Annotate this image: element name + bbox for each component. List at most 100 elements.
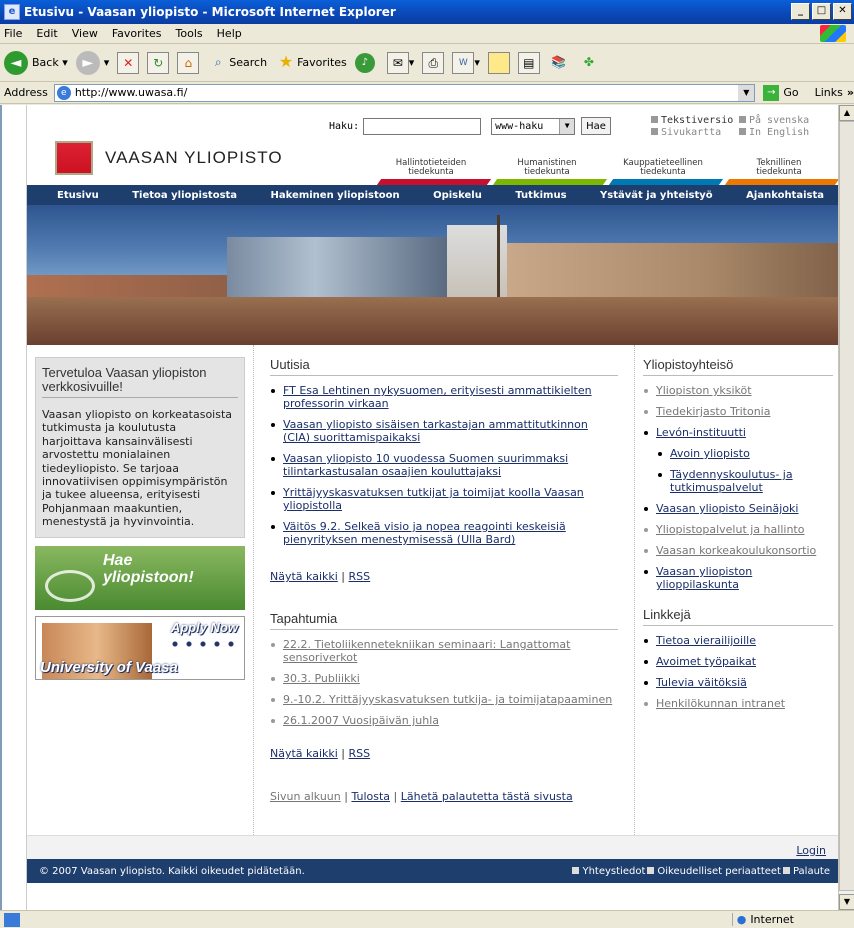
page-status-icon xyxy=(4,912,20,927)
list-link[interactable]: Henkilökunnan intranet xyxy=(656,697,785,710)
menu-tools[interactable]: Tools xyxy=(176,27,203,40)
news-show-all-link[interactable]: Näytä kaikki xyxy=(270,570,338,583)
refresh-button[interactable]: ↻ xyxy=(147,51,170,74)
top-link[interactable]: Tekstiversio xyxy=(651,115,739,126)
scroll-up-icon[interactable]: ▲ xyxy=(839,105,854,121)
list-link[interactable]: Tulevia väitöksiä xyxy=(656,676,747,689)
window-titlebar: e Etusivu - Vaasan yliopisto - Microsoft… xyxy=(0,0,854,24)
search-label: Search xyxy=(229,56,268,69)
search-scope-select[interactable]: www-haku ▼ xyxy=(491,117,576,135)
top-link[interactable]: In English xyxy=(739,127,827,138)
faculty-link[interactable]: Humanistinen tiedekunta xyxy=(489,157,605,185)
community-heading: Yliopistoyhteisö xyxy=(643,357,833,376)
back-to-top-link[interactable]: Sivun alkuun xyxy=(270,790,341,803)
site-logo[interactable]: VAASAN YLIOPISTO xyxy=(55,141,283,175)
login-link[interactable]: Login xyxy=(796,844,826,857)
list-link[interactable]: Vaasan yliopiston ylioppilaskunta xyxy=(656,565,752,591)
list-link[interactable]: Tietoa vierailijoille xyxy=(656,634,756,647)
list-link[interactable]: Avoin yliopisto xyxy=(670,447,750,460)
nav-item[interactable]: Opiskelu xyxy=(433,190,482,201)
search-button[interactable]: ⌕ Search xyxy=(207,52,267,74)
menu-file[interactable]: File xyxy=(4,27,22,40)
address-dropdown-icon[interactable]: ▼ xyxy=(738,84,755,101)
list-link[interactable]: 30.3. Publiikki xyxy=(283,672,360,685)
nav-item[interactable]: Ajankohtaista xyxy=(746,190,824,201)
maximize-button[interactable]: □ xyxy=(812,3,831,20)
chevron-right-icon[interactable]: » xyxy=(847,86,854,99)
scroll-down-icon[interactable]: ▼ xyxy=(839,894,854,910)
scroll-thumb[interactable] xyxy=(839,121,854,891)
list-item: Yliopistopalvelut ja hallinto xyxy=(643,523,833,536)
forward-button[interactable]: ► ▾ xyxy=(75,50,109,75)
footer-link[interactable]: Oikeudelliset periaatteet xyxy=(657,866,781,877)
back-button[interactable]: ◄ Back ▾ xyxy=(4,50,68,75)
menu-view[interactable]: View xyxy=(72,27,98,40)
list-link[interactable]: Vaasan yliopisto Seinäjoki xyxy=(656,502,798,515)
mail-button[interactable]: ✉ ▾ xyxy=(386,51,414,74)
search-submit-button[interactable]: Hae xyxy=(581,117,611,135)
feedback-link[interactable]: Lähetä palautetta tästä sivusta xyxy=(401,790,573,803)
links-button[interactable]: Links xyxy=(815,86,843,99)
news-rss-link[interactable]: RSS xyxy=(349,570,371,583)
close-button[interactable]: ✕ xyxy=(833,3,852,20)
nav-item[interactable]: Etusivu xyxy=(57,190,99,201)
edit-button[interactable]: W ▾ xyxy=(452,51,480,74)
nav-item[interactable]: Tutkimus xyxy=(515,190,566,201)
nav-item[interactable]: Tietoa yliopistosta xyxy=(132,190,237,201)
search-input[interactable] xyxy=(363,117,482,135)
apply-banner-fi[interactable]: Hae yliopistoon! xyxy=(35,545,245,610)
top-link[interactable]: På svenska xyxy=(739,115,827,126)
list-link[interactable]: Yliopiston yksiköt xyxy=(656,384,752,397)
welcome-title: Tervetuloa Vaasan yliopiston verkkosivui… xyxy=(42,366,238,398)
address-input[interactable]: e http://www.uwasa.fi/ ▼ xyxy=(53,83,756,102)
list-link[interactable]: Täydennyskoulutus- ja tutkimuspalvelut xyxy=(670,468,793,494)
print-button[interactable]: ⎙ xyxy=(422,51,445,74)
research-button[interactable]: ▤ xyxy=(517,51,540,74)
go-button[interactable]: → Go xyxy=(763,84,799,101)
bookshelf-button[interactable]: 📚 xyxy=(548,52,570,74)
list-link[interactable]: 9.-10.2. Yrittäjyyskasvatuksen tutkija- … xyxy=(283,693,612,706)
welcome-text: Vaasan yliopisto on korkeatasoista tutki… xyxy=(42,408,233,529)
list-link[interactable]: Yrittäjyyskasvatuksen tutkijat ja toimij… xyxy=(283,486,584,512)
apply-banner-en[interactable]: Apply Now University of Vaasa xyxy=(35,615,245,680)
nav-item[interactable]: Ystävät ja yhteistyö xyxy=(600,190,713,201)
events-show-all-link[interactable]: Näytä kaikki xyxy=(270,747,338,760)
favorites-label: Favorites xyxy=(297,56,347,69)
list-link[interactable]: Tiedekirjasto Tritonia xyxy=(656,405,770,418)
list-link[interactable]: Vaasan yliopisto sisäisen tarkastajan am… xyxy=(283,418,588,444)
list-item: Täydennyskoulutus- ja tutkimuspalvelut xyxy=(657,468,833,494)
events-list: 22.2. Tietoliikennetekniikan seminaari: … xyxy=(270,638,618,727)
forward-arrow-icon: ► xyxy=(75,50,100,75)
menu-help[interactable]: Help xyxy=(217,27,242,40)
menu-edit[interactable]: Edit xyxy=(36,27,57,40)
top-link[interactable]: Sivukartta xyxy=(651,127,739,138)
print-link[interactable]: Tulosta xyxy=(351,790,390,803)
copyright-text: © 2007 Vaasan yliopisto. Kaikki oikeudet… xyxy=(39,865,305,877)
list-link[interactable]: Yliopistopalvelut ja hallinto xyxy=(656,523,804,536)
footer-link[interactable]: Yhteystiedot xyxy=(582,866,645,877)
stop-button[interactable]: ✕ xyxy=(117,51,140,74)
footer-link[interactable]: Palaute xyxy=(793,866,830,877)
faculty-link[interactable]: Kauppatieteellinen tiedekunta xyxy=(605,157,721,185)
list-link[interactable]: Väitös 9.2. Selkeä visio ja nopea reagoi… xyxy=(283,520,566,546)
minimize-button[interactable]: _ xyxy=(791,3,810,20)
zone-label: Internet xyxy=(750,913,794,926)
menu-favorites[interactable]: Favorites xyxy=(112,27,162,40)
vertical-scrollbar[interactable]: ▲ ▼ xyxy=(838,105,854,910)
list-link[interactable]: 22.2. Tietoliikennetekniikan seminaari: … xyxy=(283,638,570,664)
events-rss-link[interactable]: RSS xyxy=(349,747,371,760)
messenger-button[interactable]: ✤ xyxy=(578,52,600,74)
home-button[interactable]: ⌂ xyxy=(177,51,200,74)
list-link[interactable]: Avoimet työpaikat xyxy=(656,655,756,668)
discuss-button[interactable] xyxy=(487,51,510,74)
faculty-link[interactable]: Teknillinen tiedekunta xyxy=(721,157,837,185)
media-button[interactable]: ♪ xyxy=(354,52,379,73)
favorites-button[interactable]: ★ Favorites xyxy=(275,52,347,74)
list-link[interactable]: Vaasan korkeakoulukonsortio xyxy=(656,544,816,557)
list-link[interactable]: FT Esa Lehtinen nykysuomen, erityisesti … xyxy=(283,384,592,410)
list-link[interactable]: Levón-instituutti xyxy=(656,426,746,439)
faculty-link[interactable]: Hallintotieteiden tiedekunta xyxy=(373,157,489,185)
list-link[interactable]: Vaasan yliopisto 10 vuodessa Suomen suur… xyxy=(283,452,568,478)
list-link[interactable]: 26.1.2007 Vuosipäivän juhla xyxy=(283,714,439,727)
nav-item[interactable]: Hakeminen yliopistoon xyxy=(271,190,400,201)
